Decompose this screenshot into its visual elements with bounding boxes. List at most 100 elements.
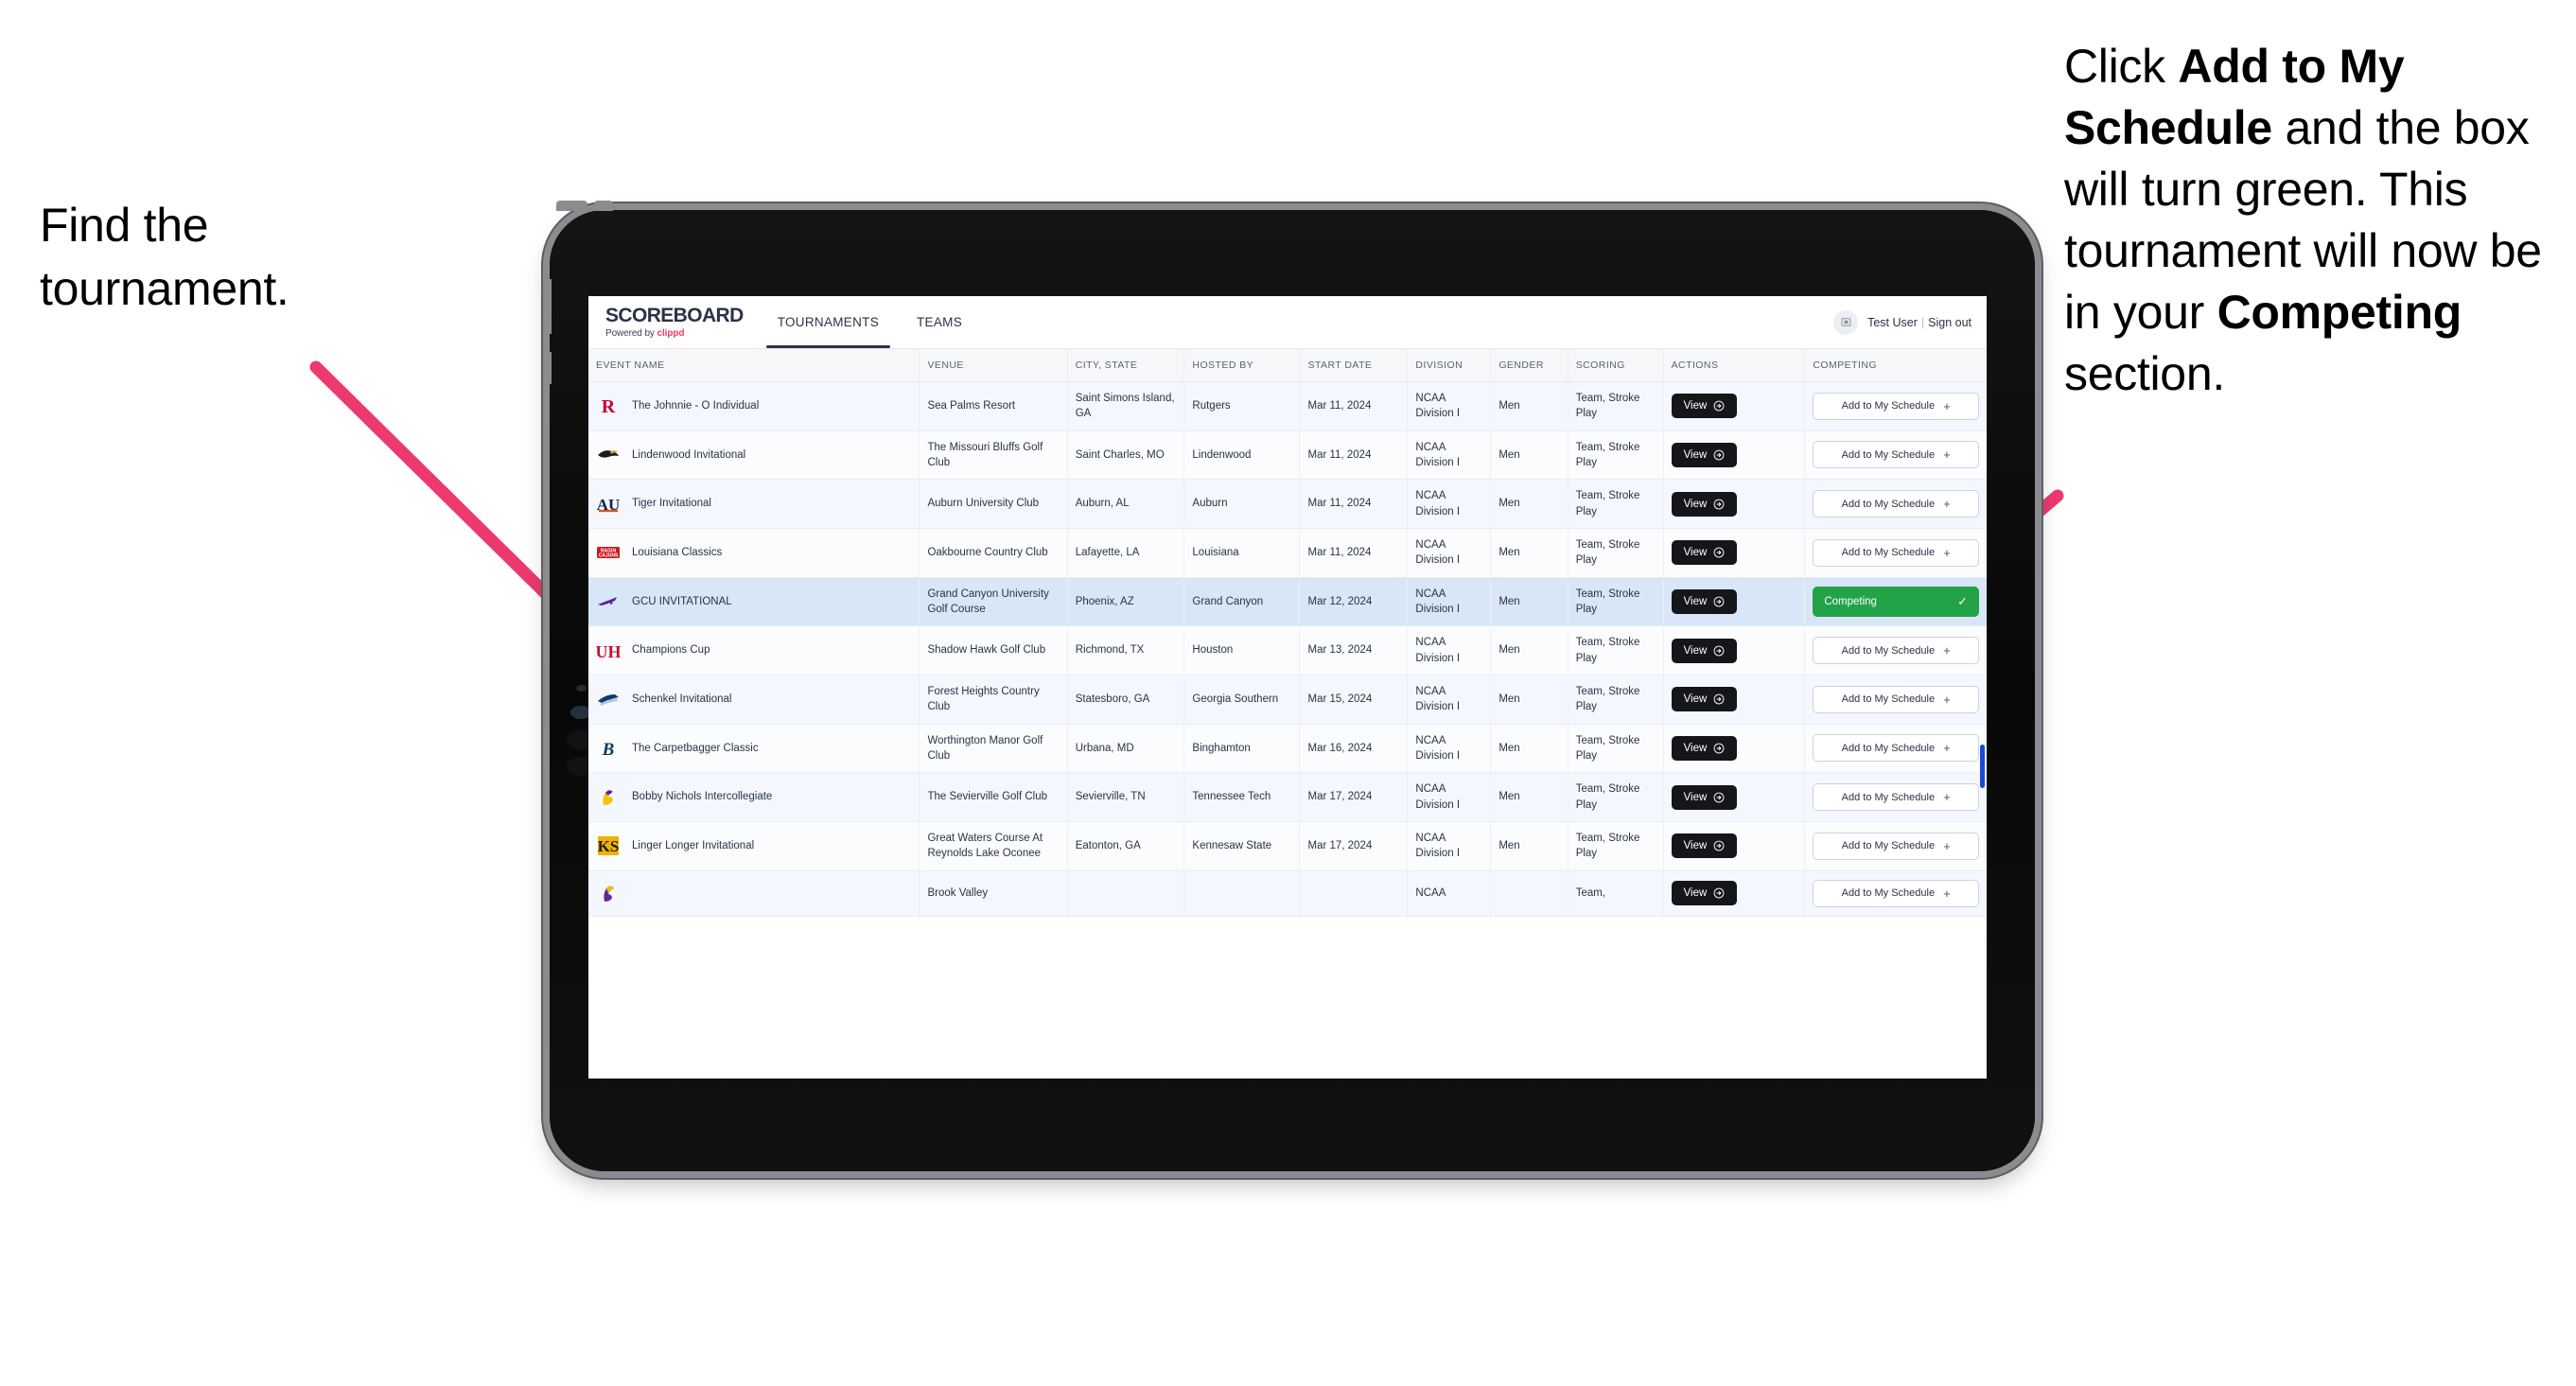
cell-event-name: AU Tiger Invitational — [588, 479, 920, 529]
column-header-division[interactable]: DIVISION — [1407, 349, 1492, 382]
view-button[interactable]: View — [1671, 491, 1738, 517]
table-row[interactable]: KS Linger Longer Invitational Great Waters… — [588, 821, 1987, 871]
tablet-volume-down-button[interactable] — [543, 352, 552, 384]
cell-gender: Men — [1490, 675, 1568, 725]
cell-event-name: R The Johnnie - O Individual — [588, 381, 920, 431]
cell-gender: Men — [1490, 625, 1568, 675]
table-row[interactable]: Brook Valley NCAA Team, View Add to My Sched… — [588, 870, 1987, 917]
view-button[interactable]: View — [1671, 540, 1738, 566]
cell-venue: Forest Heights Country Club — [919, 675, 1068, 725]
cell-venue: The Missouri Bluffs Golf Club — [919, 430, 1068, 481]
view-button[interactable]: View — [1671, 687, 1738, 712]
add-to-my-schedule-button[interactable]: Add to My Schedule + — [1813, 734, 1979, 763]
column-header-scoring[interactable]: SCORING — [1568, 349, 1664, 382]
add-to-my-schedule-button[interactable]: Add to My Schedule + — [1813, 392, 1979, 420]
add-to-my-schedule-label: Add to My Schedule — [1841, 887, 1936, 900]
table-row[interactable]: Schenkel Invitational Forest Heights Coun… — [588, 675, 1987, 725]
table-row[interactable]: GCU INVITATIONAL Grand Canyon University … — [588, 577, 1987, 627]
arrow-circle-right-icon — [1713, 792, 1725, 803]
arrow-circle-right-icon — [1713, 887, 1725, 899]
cell-gender: Men — [1490, 772, 1568, 822]
cell-event-name: Bobby Nichols Intercollegiate — [588, 772, 920, 822]
add-to-my-schedule-button[interactable]: Add to My Schedule + — [1813, 685, 1979, 713]
add-to-my-schedule-label: Add to My Schedule — [1841, 547, 1936, 559]
cell-competing: Add to My Schedule + — [1804, 528, 1987, 578]
cell-start-date: Mar 17, 2024 — [1299, 821, 1409, 871]
table-row[interactable]: RAGIN CAJUNS Louisiana Classics Oakbourne C… — [588, 528, 1987, 578]
view-button[interactable]: View — [1671, 735, 1738, 761]
cell-start-date: Mar 11, 2024 — [1299, 528, 1409, 578]
tennesseetech-logo — [596, 785, 621, 810]
cell-competing: Add to My Schedule + — [1804, 870, 1987, 917]
column-header-city-state[interactable]: CITY, STATE — [1067, 349, 1185, 382]
table-row[interactable]: Bobby Nichols Intercollegiate The Sevierv… — [588, 772, 1987, 822]
view-button-label: View — [1683, 448, 1708, 461]
column-header-event-name[interactable]: EVENT NAME — [588, 349, 920, 382]
tab-tournaments[interactable]: TOURNAMENTS — [759, 296, 898, 348]
cell-actions: View — [1663, 528, 1806, 578]
add-to-my-schedule-button[interactable]: Add to My Schedule + — [1813, 538, 1979, 567]
avatar[interactable] — [1833, 309, 1859, 335]
view-button[interactable]: View — [1671, 442, 1738, 467]
brand-logo[interactable]: SCOREBOARD Powered by clippd — [588, 296, 759, 348]
add-to-my-schedule-label: Add to My Schedule — [1841, 791, 1936, 803]
cell-hosted-by: Lindenwood — [1183, 430, 1301, 481]
view-button[interactable]: View — [1671, 784, 1738, 810]
cell-division: NCAA Division I — [1407, 381, 1492, 431]
tablet-button-top-2[interactable] — [594, 201, 613, 211]
column-header-venue[interactable]: VENUE — [919, 349, 1068, 382]
cell-start-date: Mar 17, 2024 — [1299, 772, 1409, 822]
column-header-actions[interactable]: ACTIONS — [1663, 349, 1806, 382]
cell-division: NCAA — [1407, 870, 1492, 917]
cell-city-state: Lafayette, LA — [1067, 528, 1185, 578]
annotation-left: Find the tournament. — [40, 194, 447, 321]
column-header-hosted-by[interactable]: HOSTED BY — [1183, 349, 1301, 382]
add-to-my-schedule-button[interactable]: Add to My Schedule + — [1813, 441, 1979, 469]
table-row[interactable]: AU Tiger Invitational Auburn University Cl… — [588, 479, 1987, 529]
competing-button[interactable]: Competing ✓ — [1813, 586, 1979, 617]
cell-competing: Add to My Schedule + — [1804, 772, 1987, 822]
view-button[interactable]: View — [1671, 833, 1738, 859]
view-button[interactable]: View — [1671, 394, 1738, 419]
cell-division: NCAA Division I — [1407, 821, 1492, 871]
cell-actions: View — [1663, 821, 1806, 871]
plus-icon: + — [1943, 838, 1951, 853]
cell-gender: Men — [1490, 430, 1568, 481]
table-row[interactable]: Lindenwood Invitational The Missouri Bluf… — [588, 430, 1987, 481]
add-to-my-schedule-button[interactable]: Add to My Schedule + — [1813, 879, 1979, 907]
cell-scoring: Team, Stroke Play — [1568, 528, 1664, 578]
event-name-label: Tiger Invitational — [632, 498, 711, 510]
add-to-my-schedule-button[interactable]: Add to My Schedule + — [1813, 637, 1979, 665]
view-button[interactable]: View — [1671, 588, 1738, 614]
view-button-label: View — [1683, 791, 1708, 803]
plus-icon: + — [1943, 398, 1951, 413]
view-button-label: View — [1683, 840, 1708, 852]
tablet-button-top-1[interactable] — [556, 201, 587, 211]
houston-logo: UH — [596, 639, 621, 663]
table-row[interactable]: UH Champions Cup Shadow Hawk Golf Club Rich… — [588, 625, 1987, 675]
view-button[interactable]: View — [1671, 881, 1738, 906]
column-header-gender[interactable]: GENDER — [1490, 349, 1568, 382]
column-header-competing[interactable]: COMPETING — [1804, 349, 1987, 382]
table-row[interactable]: R The Johnnie - O Individual Sea Palms Res… — [588, 381, 1987, 431]
add-to-my-schedule-button[interactable]: Add to My Schedule + — [1813, 490, 1979, 518]
annotation-right-bold-competing: Competing — [2217, 286, 2462, 339]
cell-competing: Add to My Schedule + — [1804, 430, 1987, 481]
tab-teams[interactable]: TEAMS — [898, 296, 981, 348]
tablet-volume-up-button[interactable] — [543, 279, 552, 334]
user-info: Test User | Sign out — [1867, 316, 1971, 329]
cell-actions: View — [1663, 625, 1806, 675]
cell-competing: Add to My Schedule + — [1804, 625, 1987, 675]
tab-teams-label: TEAMS — [917, 315, 963, 329]
column-header-start-date[interactable]: START DATE — [1299, 349, 1409, 382]
table-row[interactable]: B The Carpetbagger Classic Worthington Man… — [588, 724, 1987, 774]
cell-competing: Add to My Schedule + — [1804, 724, 1987, 774]
add-to-my-schedule-button[interactable]: Add to My Schedule + — [1813, 783, 1979, 812]
add-to-my-schedule-button[interactable]: Add to My Schedule + — [1813, 832, 1979, 860]
view-button-label: View — [1683, 742, 1708, 754]
svg-text:R: R — [602, 396, 616, 417]
view-button[interactable]: View — [1671, 638, 1738, 663]
vertical-scrollbar[interactable] — [1980, 745, 1985, 788]
cell-start-date: Mar 11, 2024 — [1299, 381, 1409, 431]
sign-out-link[interactable]: Sign out — [1928, 316, 1971, 329]
